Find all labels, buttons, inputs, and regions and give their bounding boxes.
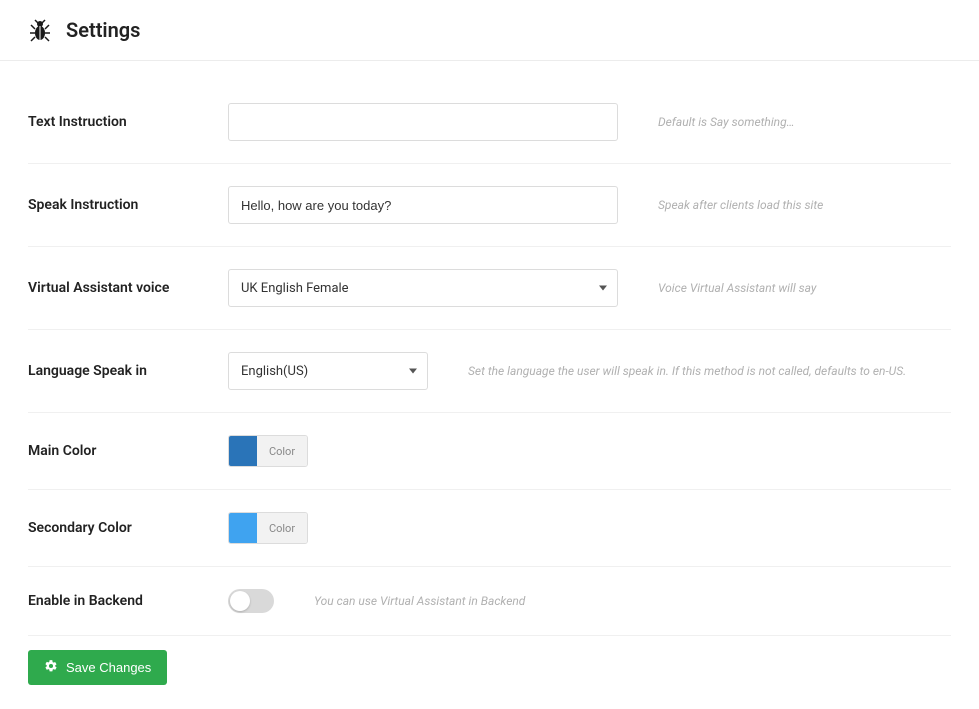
gear-icon: [44, 659, 58, 676]
voice-select[interactable]: UK English Female: [228, 269, 618, 307]
chevron-down-icon: [409, 369, 417, 374]
speak-instruction-input[interactable]: [228, 186, 618, 224]
label-voice: Virtual Assistant voice: [28, 280, 228, 296]
language-select-value: English(US): [241, 364, 308, 379]
secondary-color-button-label: Color: [257, 513, 307, 543]
page-title: Settings: [66, 18, 140, 42]
row-enable-backend: Enable in Backend You can use Virtual As…: [28, 567, 951, 636]
control-language: English(US): [228, 352, 428, 390]
hint-voice: Voice Virtual Assistant will say: [618, 281, 951, 295]
label-speak-instruction: Speak Instruction: [28, 197, 228, 213]
hint-language: Set the language the user will speak in.…: [428, 364, 951, 378]
bug-icon: [28, 18, 52, 42]
form-footer: Save Changes: [28, 636, 951, 685]
hint-enable-backend: You can use Virtual Assistant in Backend: [274, 594, 951, 608]
row-text-instruction: Text Instruction Default is Say somethin…: [28, 81, 951, 164]
toggle-knob: [230, 591, 250, 611]
control-main-color: Color: [228, 435, 308, 467]
enable-backend-toggle[interactable]: [228, 589, 274, 613]
row-secondary-color: Secondary Color Color: [28, 490, 951, 567]
main-color-picker[interactable]: Color: [228, 435, 308, 467]
settings-page: Settings Text Instruction Default is Say…: [0, 0, 979, 709]
row-speak-instruction: Speak Instruction Speak after clients lo…: [28, 164, 951, 247]
chevron-down-icon: [599, 286, 607, 291]
settings-form: Text Instruction Default is Say somethin…: [0, 73, 979, 709]
control-text-instruction: [228, 103, 618, 141]
control-voice: UK English Female: [228, 269, 618, 307]
secondary-color-swatch: [229, 513, 257, 543]
row-main-color: Main Color Color: [28, 413, 951, 490]
row-language: Language Speak in English(US) Set the la…: [28, 330, 951, 413]
label-main-color: Main Color: [28, 443, 228, 459]
save-button[interactable]: Save Changes: [28, 650, 167, 685]
save-button-label: Save Changes: [66, 660, 151, 675]
control-secondary-color: Color: [228, 512, 308, 544]
page-header: Settings: [0, 0, 979, 61]
language-select[interactable]: English(US): [228, 352, 428, 390]
label-text-instruction: Text Instruction: [28, 114, 228, 130]
label-enable-backend: Enable in Backend: [28, 593, 228, 609]
control-enable-backend: [228, 589, 274, 613]
label-language: Language Speak in: [28, 363, 228, 379]
text-instruction-input[interactable]: [228, 103, 618, 141]
voice-select-value: UK English Female: [241, 281, 349, 296]
main-color-swatch: [229, 436, 257, 466]
label-secondary-color: Secondary Color: [28, 520, 228, 536]
hint-text-instruction: Default is Say something…: [618, 115, 951, 129]
hint-speak-instruction: Speak after clients load this site: [618, 198, 951, 212]
row-voice: Virtual Assistant voice UK English Femal…: [28, 247, 951, 330]
control-speak-instruction: [228, 186, 618, 224]
main-color-button-label: Color: [257, 436, 307, 466]
secondary-color-picker[interactable]: Color: [228, 512, 308, 544]
